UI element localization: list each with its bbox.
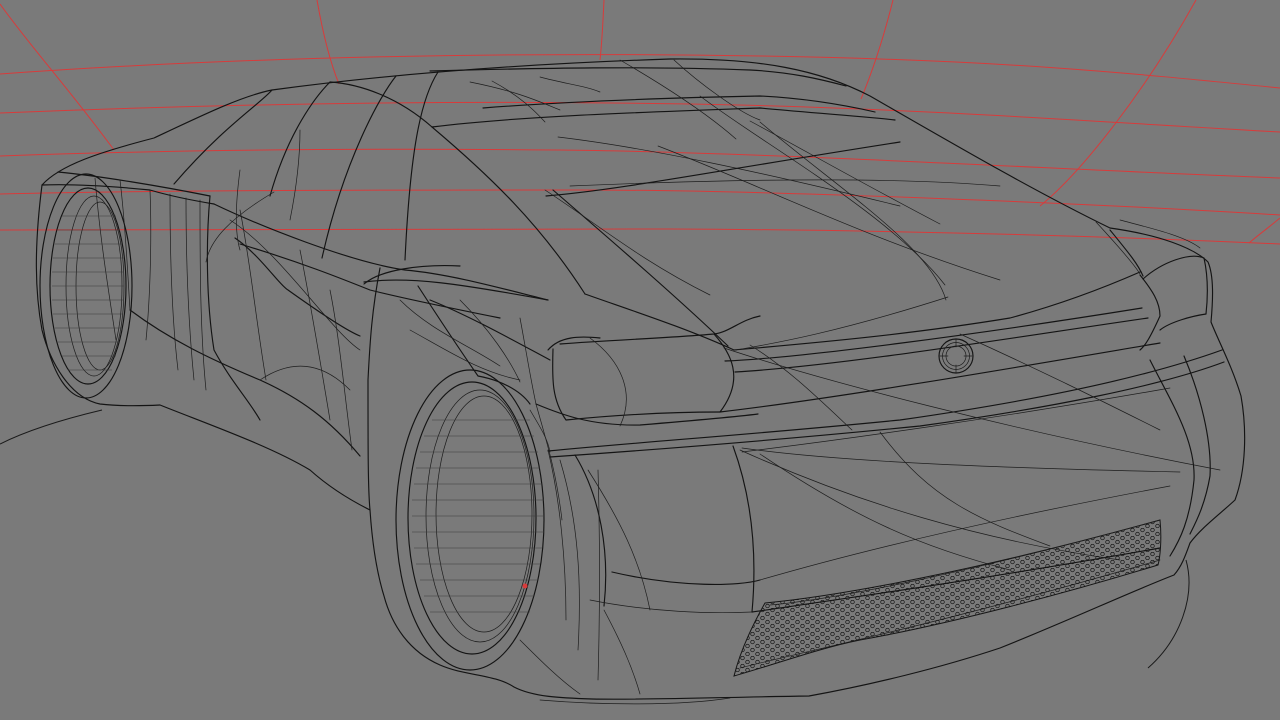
right-rear-wheel[interactable] [395,369,545,671]
3d-viewport[interactable] [0,0,1280,720]
background-grid [0,0,1280,245]
left-rear-wheel[interactable] [39,173,133,399]
ground-plane [0,409,1190,669]
car-wireframe[interactable] [35,58,1246,705]
honeycomb-grille [733,519,1162,677]
circular-emblem [938,338,974,374]
vertex-marker [522,583,528,589]
wireframe-canvas[interactable] [0,0,1280,720]
